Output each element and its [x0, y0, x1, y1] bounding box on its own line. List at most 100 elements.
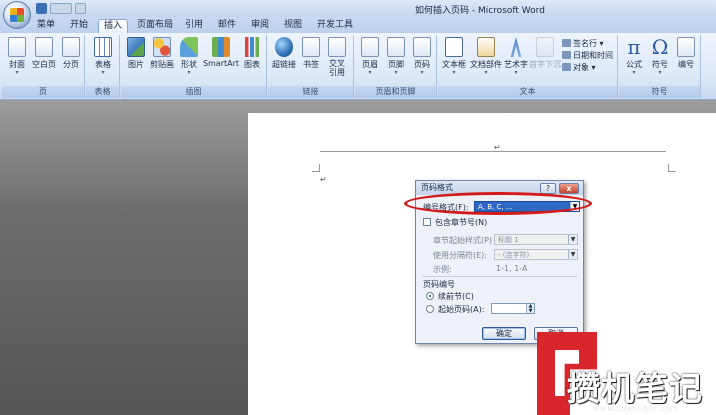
smartart-icon [212, 37, 230, 57]
shapes-icon [180, 37, 198, 57]
continue-from-previous-radio[interactable] [426, 292, 434, 300]
footer-icon [387, 37, 405, 57]
textbox-button[interactable]: 文本框 ▾ [440, 35, 468, 76]
cross-reference-icon [328, 37, 346, 57]
help-button[interactable]: ? [540, 183, 556, 194]
group-pages: 封面 ▾ 空白页 分页 页 [2, 35, 85, 98]
ribbon-tabs: 菜单 开始 插入 页面布局 引用 邮件 审阅 视图 开发工具 [0, 17, 716, 33]
brand-watermark: 攒机笔记 www.cuanjibiji.com [537, 332, 716, 415]
quick-parts-button[interactable]: 文档部件 ▾ [468, 35, 504, 76]
table-icon [94, 37, 112, 57]
tab-menu[interactable]: 菜单 [37, 19, 55, 33]
shapes-button[interactable]: 形状 ▾ [177, 35, 201, 76]
page-number-button[interactable]: 页码 ▾ [409, 35, 435, 76]
numbering-button[interactable]: 编号 [673, 35, 699, 70]
page-break-button[interactable]: 分页 [59, 35, 83, 70]
clipart-icon [153, 37, 171, 57]
include-chapter-label: 包含章节号(N) [435, 218, 488, 227]
tab-insert[interactable]: 插入 [98, 19, 129, 33]
object-icon [562, 63, 571, 71]
group-links: 超链接 书签 交叉 引用 链接 [268, 35, 354, 98]
include-chapter-checkbox[interactable] [423, 218, 431, 226]
drop-cap-button[interactable]: 首字下沉 [528, 35, 562, 70]
start-at-label: 起始页码(A): [438, 305, 485, 314]
start-at-radio[interactable] [426, 305, 434, 313]
chart-icon [243, 37, 261, 57]
equation-button[interactable]: π 公式 ▾ [621, 35, 647, 76]
separator-label: 使用分隔符(E): [433, 251, 487, 260]
office-button[interactable] [3, 1, 31, 29]
signature-line-button[interactable]: 签名行 ▾ [562, 38, 604, 49]
tab-developer[interactable]: 开发工具 [317, 19, 353, 33]
chevron-down-icon: ▼ [568, 250, 577, 259]
drop-cap-icon [536, 37, 554, 57]
header-line [320, 151, 666, 152]
group-header-footer: 页眉 ▾ 页脚 ▾ 页码 ▾ 页眉和页脚 [355, 35, 437, 98]
group-symbols: π 公式 ▾ Ω 符号 ▾ 编号 符号 [619, 35, 701, 98]
chapter-style-select[interactable]: 标题 1 ▼ [494, 234, 578, 245]
wordart-icon [510, 37, 522, 57]
bookmark-icon [302, 37, 320, 57]
blank-page-button[interactable]: 空白页 [30, 35, 58, 70]
tab-references[interactable]: 引用 [185, 19, 203, 33]
example-label: 示例: [433, 265, 452, 274]
brand-name: 攒机笔记 [567, 369, 703, 408]
textbox-icon [445, 37, 463, 57]
object-button[interactable]: 对象 ▾ [562, 62, 596, 73]
paragraph-mark: ↵ [320, 175, 327, 184]
tab-home[interactable]: 开始 [70, 19, 88, 33]
tab-mailings[interactable]: 邮件 [218, 19, 236, 33]
omega-icon: Ω [651, 35, 669, 59]
header-button[interactable]: 页眉 ▾ [357, 35, 383, 76]
pi-icon: π [627, 35, 641, 59]
window-title: 如何插入页码 - Microsoft Word [415, 6, 545, 16]
page-break-icon [62, 37, 80, 57]
tab-page-layout[interactable]: 页面布局 [137, 19, 173, 33]
save-icon[interactable] [36, 3, 47, 14]
brand-url: www.cuanjibiji.com [593, 404, 679, 413]
start-at-input[interactable]: ▲ ▼ [491, 303, 535, 314]
quick-parts-icon [477, 37, 495, 57]
redo-icon[interactable] [75, 3, 86, 14]
quick-access-toolbar [36, 3, 86, 14]
picture-icon [127, 37, 145, 57]
group-label-illustrations: 插图 [121, 86, 266, 98]
chevron-down-icon: ▼ [568, 235, 577, 244]
group-label-links: 链接 [268, 86, 353, 98]
highlight-ellipse [404, 192, 592, 215]
group-text: 文本框 ▾ 文档部件 ▾ 艺术字 ▾ 首字下沉 签名行 ▾ 日期和时间 对象 ▾ 文本 [438, 35, 618, 98]
footer-button[interactable]: 页脚 ▾ [383, 35, 409, 76]
office-logo-icon [10, 8, 24, 22]
example-value: 1-1, 1-A [496, 264, 528, 273]
ok-button[interactable]: 确定 [482, 327, 526, 340]
wordart-button[interactable]: 艺术字 ▾ [502, 35, 530, 76]
cover-page-icon [8, 37, 26, 57]
group-label-header-footer: 页眉和页脚 [355, 86, 436, 98]
page-number-icon [413, 37, 431, 57]
chart-button[interactable]: 图表 [240, 35, 264, 70]
group-label-text: 文本 [438, 86, 617, 98]
tab-review[interactable]: 审阅 [251, 19, 269, 33]
symbol-button[interactable]: Ω 符号 ▾ [647, 35, 673, 76]
header-icon [361, 37, 379, 57]
hyperlink-button[interactable]: 超链接 [271, 35, 297, 70]
cover-button[interactable]: 封面 ▾ [5, 35, 29, 76]
smartart-button[interactable]: SmartArt [202, 35, 240, 68]
margin-corner-right [668, 164, 676, 172]
clipart-button[interactable]: 剪贴画 [148, 35, 176, 70]
bookmark-button[interactable]: 书签 [299, 35, 323, 70]
group-tables: 表格 ▾ 表格 [86, 35, 120, 98]
group-label-pages: 页 [2, 86, 84, 98]
tab-view[interactable]: 视图 [284, 19, 302, 33]
close-button[interactable]: x [559, 183, 579, 194]
separator-select[interactable]: - (连字符) ▼ [494, 249, 578, 260]
table-button[interactable]: 表格 ▾ [90, 35, 116, 76]
spinner-arrows-icon[interactable]: ▲ ▼ [526, 304, 534, 313]
undo-icon[interactable] [50, 3, 72, 14]
picture-button[interactable]: 图片 [124, 35, 148, 70]
date-time-button[interactable]: 日期和时间 [562, 50, 613, 61]
cross-reference-button[interactable]: 交叉 引用 [324, 35, 350, 77]
ribbon: 封面 ▾ 空白页 分页 页 表格 ▾ 表格 图片 剪贴画 形状 ▾ SmartArt … [0, 33, 716, 100]
chapter-style-label: 章节起始样式(P) [433, 236, 493, 245]
page-numbering-section-title: 页码编号 [423, 280, 455, 289]
